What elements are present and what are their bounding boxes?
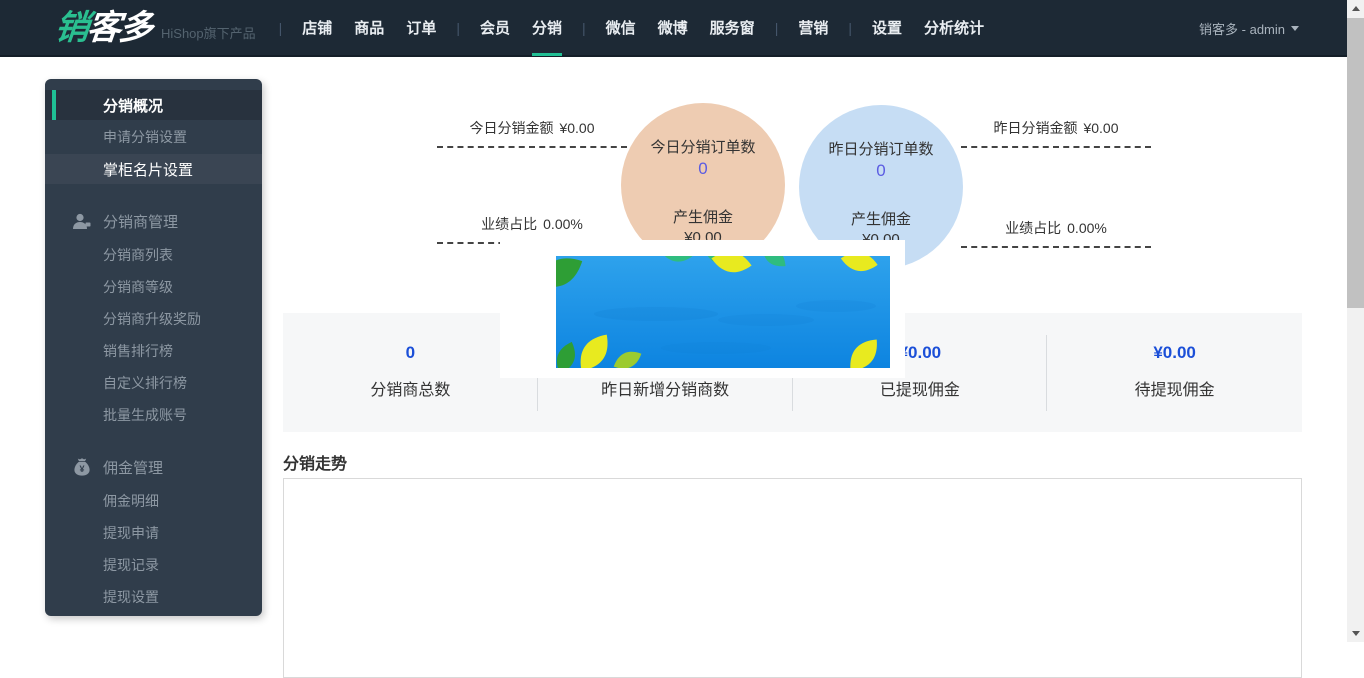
nav-item-distribution[interactable]: 分销: [521, 0, 573, 56]
circle-subtitle: 产生佣金: [673, 206, 733, 227]
nav-item-settings[interactable]: 设置: [861, 0, 913, 56]
sidebar-group-distributor-mgmt[interactable]: 分销商管理: [45, 206, 262, 236]
ad-banner-image[interactable]: [556, 256, 890, 368]
brand-logo[interactable]: 销客多 HiShop旗下产品: [55, 11, 256, 45]
label-value: 0.00%: [1067, 220, 1107, 236]
nav-item-service-window[interactable]: 服务窗: [699, 0, 766, 56]
sidebar-item-label: 提现记录: [103, 555, 159, 575]
nav-item-analytics[interactable]: 分析统计: [913, 0, 995, 56]
active-indicator-bar: [52, 90, 56, 120]
sidebar: 分销概况 申请分销设置 掌柜名片设置 分销商管理 分销商列表 分销商等级 分销商…: [45, 79, 262, 616]
svg-text:¥: ¥: [79, 464, 84, 474]
label-value: ¥0.00: [559, 120, 594, 136]
sidebar-item-label: 分销商等级: [103, 277, 173, 297]
sidebar-item-label: 自定义排行榜: [103, 373, 187, 393]
label-value: 0.00%: [543, 216, 583, 232]
scrollbar-thumb[interactable]: [1347, 18, 1364, 308]
yesterday-amount-label: 昨日分销金额 ¥0.00: [961, 118, 1151, 148]
stat-label: 分销商总数: [370, 376, 450, 400]
scroll-up-button[interactable]: [1347, 0, 1364, 17]
sidebar-item-label: 分销概况: [103, 95, 163, 116]
scroll-down-button[interactable]: [1347, 625, 1364, 642]
logo-part-white: 客多: [85, 9, 153, 47]
sidebar-item-upgrade-reward[interactable]: 分销商升级奖励: [45, 304, 262, 334]
brand-subtitle: HiShop旗下产品: [161, 23, 256, 42]
logo-part-green: 销: [53, 9, 89, 47]
sidebar-item-batch-accounts[interactable]: 批量生成账号: [45, 400, 262, 430]
user-name: 销客多 - admin: [1199, 19, 1285, 38]
sidebar-item-custom-ranking[interactable]: 自定义排行榜: [45, 368, 262, 398]
menu-separator: |: [447, 20, 469, 36]
menu-separator: |: [839, 20, 861, 36]
stat-value: 0: [406, 343, 415, 365]
scroll-up-icon: [1352, 6, 1360, 11]
circle-title: 昨日分销订单数: [828, 138, 933, 159]
label-text: 业绩占比: [481, 216, 537, 232]
trend-chart-area: [283, 478, 1302, 678]
stat-pending-commission: ¥0.00 待提现佣金: [1047, 313, 1302, 432]
menu-separator: |: [270, 20, 292, 36]
sidebar-item-label: 分销商列表: [103, 245, 173, 265]
user-dropdown[interactable]: 销客多 - admin: [1199, 0, 1299, 57]
sidebar-item-sales-ranking[interactable]: 销售排行榜: [45, 336, 262, 366]
label-text: 业绩占比: [1005, 220, 1061, 236]
nav-item-wechat[interactable]: 微信: [595, 0, 647, 56]
stat-label: 昨日新增分销商数: [601, 376, 729, 400]
yesterday-ratio-label: 业绩占比 0.00%: [961, 218, 1151, 248]
sidebar-item-label: 佣金明细: [103, 491, 159, 511]
sidebar-item-label: 销售排行榜: [103, 341, 173, 361]
menu-separator: |: [573, 20, 595, 36]
circle-title: 今日分销订单数: [650, 136, 755, 157]
sidebar-group-label: 佣金管理: [103, 457, 163, 478]
sidebar-item-withdraw-settings[interactable]: 提现设置: [45, 582, 262, 612]
stat-label: 待提现佣金: [1135, 376, 1215, 400]
sidebar-item-commission-detail[interactable]: 佣金明细: [45, 486, 262, 516]
sidebar-item-distributor-list[interactable]: 分销商列表: [45, 240, 262, 270]
sidebar-item-apply-settings[interactable]: 申请分销设置: [45, 122, 262, 152]
circle-count: 0: [876, 161, 885, 181]
label-text: 昨日分销金额: [993, 120, 1077, 136]
label-value: ¥0.00: [1083, 120, 1118, 136]
nav-item-marketing[interactable]: 营销: [787, 0, 839, 56]
sidebar-item-label: 分销商升级奖励: [103, 309, 201, 329]
circle-count: 0: [698, 159, 707, 179]
sidebar-item-label: 提现设置: [103, 587, 159, 607]
page: 销客多 HiShop旗下产品 | 店铺 商品 订单 | 会员 分销 | 微信 微…: [0, 0, 1364, 642]
sidebar-item-label: 批量生成账号: [103, 405, 187, 425]
nav-item-goods[interactable]: 商品: [343, 0, 395, 56]
sidebar-item-withdraw-apply[interactable]: 提现申请: [45, 518, 262, 548]
sidebar-item-label: 掌柜名片设置: [103, 159, 193, 180]
sidebar-group-commission-mgmt[interactable]: ¥ 佣金管理: [45, 452, 262, 482]
money-bag-icon: ¥: [71, 457, 93, 477]
stat-value: ¥0.00: [1153, 343, 1196, 365]
main-menu: | 店铺 商品 订单 | 会员 分销 | 微信 微博 服务窗 | 营销 | 设置…: [270, 0, 995, 56]
nav-item-orders[interactable]: 订单: [395, 0, 447, 56]
sidebar-group-label: 分销商管理: [103, 211, 178, 232]
nav-item-shop[interactable]: 店铺: [291, 0, 343, 56]
top-navbar: 销客多 HiShop旗下产品 | 店铺 商品 订单 | 会员 分销 | 微信 微…: [0, 0, 1347, 57]
stat-label: 已提现佣金: [880, 376, 960, 400]
sidebar-item-label: 申请分销设置: [103, 127, 187, 147]
menu-separator: |: [766, 20, 788, 36]
distributor-person-icon: [71, 211, 93, 231]
trend-section-title: 分销走势: [283, 450, 347, 474]
floating-ad-panel: [500, 240, 905, 378]
label-text: 今日分销金额: [469, 120, 553, 136]
sidebar-item-card-settings[interactable]: 掌柜名片设置: [45, 154, 262, 184]
sidebar-item-label: 提现申请: [103, 523, 159, 543]
nav-item-members[interactable]: 会员: [469, 0, 521, 56]
sidebar-item-overview[interactable]: 分销概况: [45, 90, 262, 120]
nav-item-weibo[interactable]: 微博: [647, 0, 699, 56]
vertical-scrollbar[interactable]: [1347, 0, 1364, 642]
brand-logo-text: 销客多: [53, 11, 153, 45]
today-amount-label: 今日分销金额 ¥0.00: [437, 118, 627, 148]
scroll-down-icon: [1352, 631, 1360, 636]
sidebar-item-withdraw-record[interactable]: 提现记录: [45, 550, 262, 580]
chevron-down-icon: [1291, 26, 1299, 31]
circle-subtitle: 产生佣金: [851, 208, 911, 229]
sidebar-item-distributor-level[interactable]: 分销商等级: [45, 272, 262, 302]
